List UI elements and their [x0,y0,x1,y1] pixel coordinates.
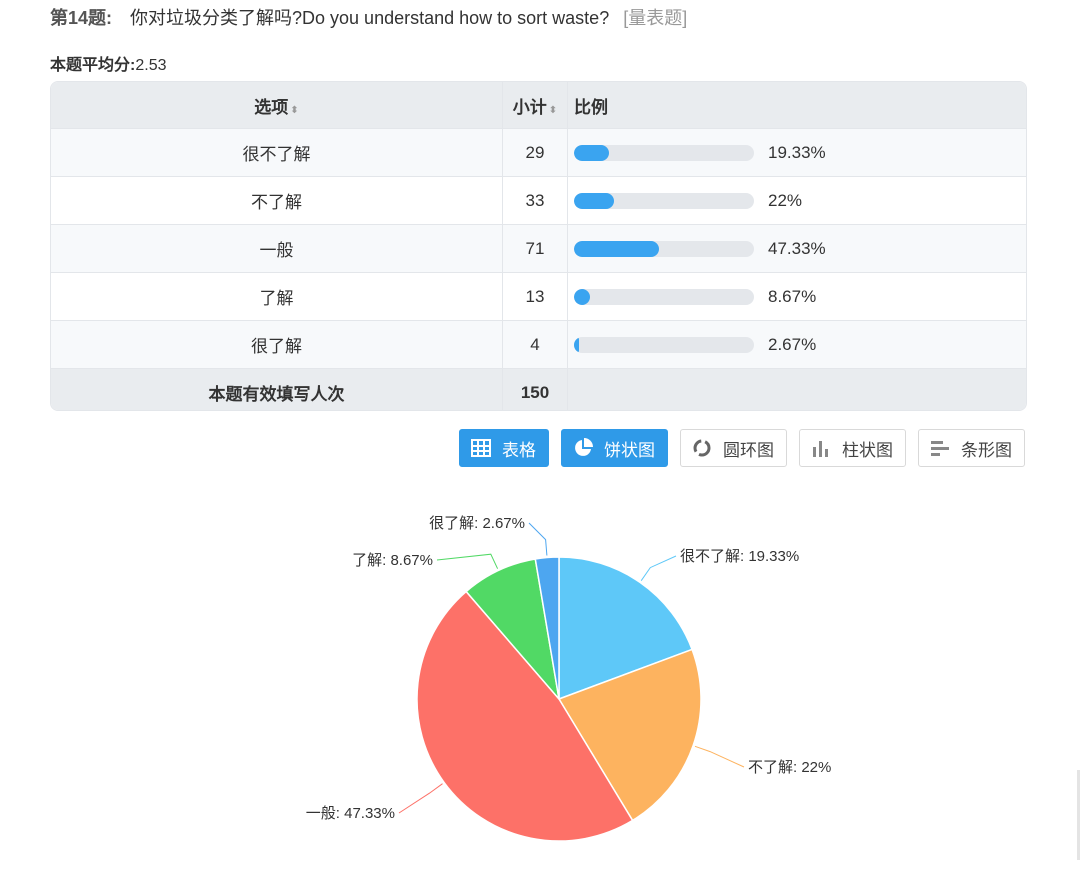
leader-line [436,553,499,569]
ratio-cell: 19.33% [567,128,1026,177]
progress-bar [574,192,754,209]
sort-icon[interactable]: ⬍ [290,105,298,116]
table-row: 很了解 4 2.67% [51,320,1026,369]
leader-line [640,555,677,581]
bar-chart-icon [931,441,949,456]
ratio-cell: 8.67% [567,272,1026,321]
progress-bar-fill [574,240,660,257]
sort-icon[interactable]: ⬍ [549,105,557,116]
ratio-cell: 22% [567,176,1026,225]
option-cell: 不了解 [51,176,503,225]
pie-chart-button[interactable]: 饼状图 [561,429,668,467]
percent-label: 8.67% [768,286,817,306]
table-view-button[interactable]: 表格 [459,429,549,467]
progress-bar-fill [574,336,580,353]
table-row: 一般 71 47.33% [51,224,1026,273]
donut-chart-button[interactable]: 圆环图 [680,429,787,467]
leader-line [528,522,548,556]
option-cell: 了解 [51,272,503,321]
count-cell: 29 [502,128,568,177]
ratio-cell: 47.33% [567,224,1026,273]
slice-label: 很不了解: 19.33% [680,548,799,565]
table-row: 很不了解 29 19.33% [51,128,1026,177]
count-cell: 13 [502,272,568,321]
header-count[interactable]: 小计 ⬍ [502,82,568,129]
progress-bar [574,288,754,305]
header-ratio: 比例 [567,82,1026,129]
option-cell: 很不了解 [51,128,503,177]
percent-label: 22% [768,190,803,210]
average-score-label: 本题平均分: [50,57,136,74]
slice-label: 不了解: 22% [748,759,831,776]
result-table: 选项 ⬍ 小计 ⬍ 比例 很不了解 29 19.33% 不了解 33 22% 一般 … [50,81,1027,411]
slice-label: 了解: 8.67% [352,552,433,569]
table-row: 不了解 33 22% [51,176,1026,225]
ratio-cell: 2.67% [567,320,1026,369]
question-type-tag: [量表题] [623,8,688,28]
progress-bar [574,240,754,257]
option-cell: 一般 [51,224,503,273]
bar-chart-button[interactable]: 条形图 [918,429,1025,467]
leader-line [398,783,443,814]
total-value: 150 [502,368,568,410]
slice-label: 很了解: 2.67% [429,515,525,532]
average-score: 本题平均分:2.53 [50,51,166,75]
table-icon [471,439,491,457]
question-title: 第14题: 你对垃圾分类了解吗?Do you understand how to … [50,4,687,30]
leader-line [694,745,745,768]
percent-label: 47.33% [768,238,826,258]
progress-bar [574,336,754,353]
column-chart-button[interactable]: 柱状图 [799,429,906,467]
percent-label: 19.33% [768,142,826,162]
chart-type-toolbar: 表格 饼状图 圆环图 柱状图 条形图 [459,429,1025,467]
percent-label: 2.67% [768,334,817,354]
column-chart-icon [813,441,828,457]
slice-label: 一般: 47.33% [306,805,395,822]
count-cell: 71 [502,224,568,273]
question-number: 第14题: [50,8,113,28]
pie-chart-icon [575,438,593,456]
progress-bar-fill [574,192,614,209]
average-score-value: 2.53 [135,57,167,74]
pie-chart-area: 很不了解: 19.33% 不了解: 22% 一般: 47.33% 了解: 8.67% 很… [0,470,1080,873]
donut-chart-icon [693,439,711,457]
header-option[interactable]: 选项 ⬍ [51,82,503,129]
progress-bar-fill [574,288,590,305]
progress-bar [574,144,754,161]
total-label: 本题有效填写人次 [51,368,503,410]
table-row: 了解 13 8.67% [51,272,1026,321]
count-cell: 33 [502,176,568,225]
count-cell: 4 [502,320,568,369]
progress-bar-fill [574,144,609,161]
question-text: 你对垃圾分类了解吗?Do you understand how to sort … [130,8,610,28]
pie-chart: 很不了解: 19.33% 不了解: 22% 一般: 47.33% 了解: 8.67% 很… [306,515,831,842]
total-row: 本题有效填写人次 150 [51,368,1026,410]
option-cell: 很了解 [51,320,503,369]
